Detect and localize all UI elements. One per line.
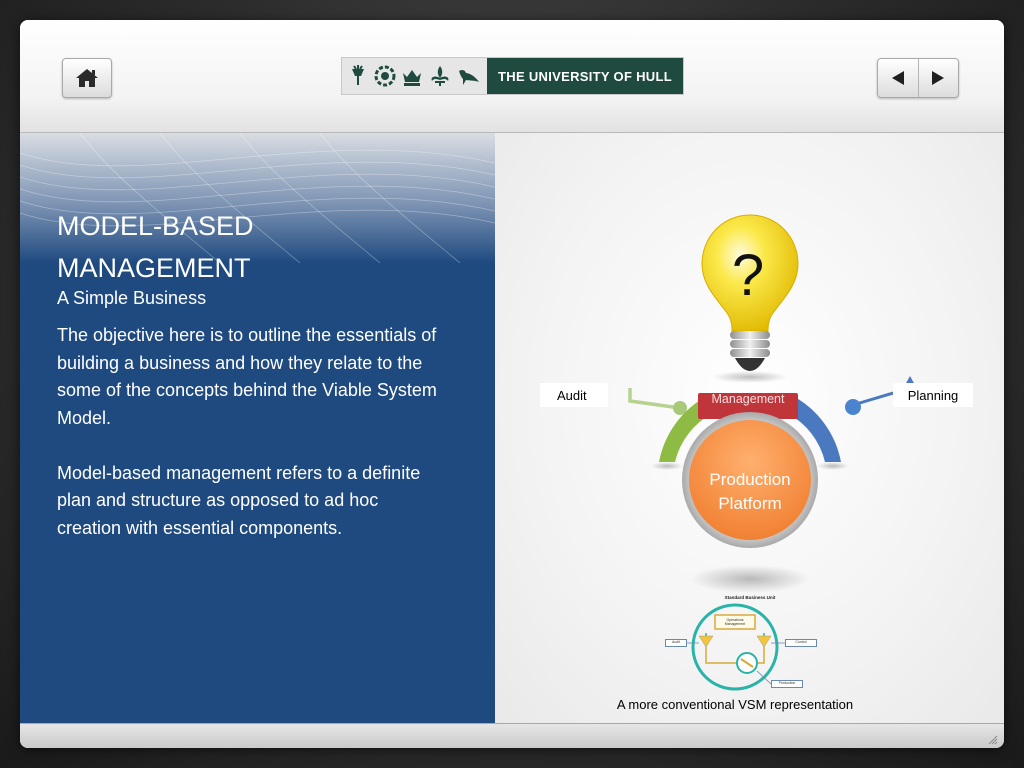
- slide-title: MODEL-BASED MANAGEMENT: [57, 211, 254, 283]
- diagram-panel: ? Standard Business Unit Operations Mana…: [495, 133, 1004, 723]
- audit-label: Audit: [540, 383, 608, 407]
- arrow-right-icon: [932, 71, 945, 85]
- rose-icon: [374, 65, 396, 87]
- slide-navigation: [877, 58, 959, 98]
- vsm-control-box: Control: [785, 639, 817, 647]
- text-panel: MODEL-BASED MANAGEMENT A Simple Business…: [20, 133, 495, 723]
- home-button[interactable]: [62, 58, 112, 98]
- torch-icon: [351, 65, 364, 85]
- management-label: Management: [711, 393, 785, 406]
- previous-slide-button[interactable]: [878, 59, 918, 97]
- resize-grip-icon[interactable]: [986, 733, 998, 745]
- header-bar: THE UNIVERSITY OF HULL: [20, 20, 1004, 133]
- bird-icon: [459, 69, 480, 85]
- slide-subtitle: A Simple Business: [57, 288, 207, 308]
- presentation-window: THE UNIVERSITY OF HULL MODEL-BASED MANAG…: [20, 20, 1004, 748]
- vsm-caption: A more conventional VSM representation: [616, 697, 854, 712]
- production-platform-label: Production Platform: [709, 470, 791, 513]
- planning-label: Planning: [893, 383, 973, 407]
- home-icon: [76, 69, 98, 87]
- fleur-de-lis-icon: [431, 66, 449, 86]
- question-mark: ?: [732, 243, 764, 308]
- university-logo: THE UNIVERSITY OF HULL: [342, 58, 683, 94]
- footer-bar: [20, 723, 1004, 748]
- vsm-production-box: Production: [771, 680, 803, 688]
- audit-connector: [628, 388, 687, 415]
- body-paragraph: Model-based management refers to a defin…: [57, 462, 421, 538]
- vsm-audit-box: Audit: [665, 639, 687, 647]
- slide-body: The objective here is to outline the ess…: [57, 322, 447, 570]
- vsm-management-box: Operations Management: [724, 618, 746, 626]
- crown-icon: [403, 70, 422, 86]
- lightbulb-icon: ?: [701, 214, 799, 383]
- logo-text: THE UNIVERSITY OF HULL: [487, 58, 683, 94]
- logo-emblems: [342, 58, 487, 94]
- vsm-title: Standard Business Unit: [724, 595, 776, 600]
- body-paragraph: The objective here is to outline the ess…: [57, 325, 437, 428]
- arrow-left-icon: [891, 71, 904, 85]
- next-slide-button[interactable]: [917, 59, 959, 97]
- business-diagram: ?: [628, 214, 915, 691]
